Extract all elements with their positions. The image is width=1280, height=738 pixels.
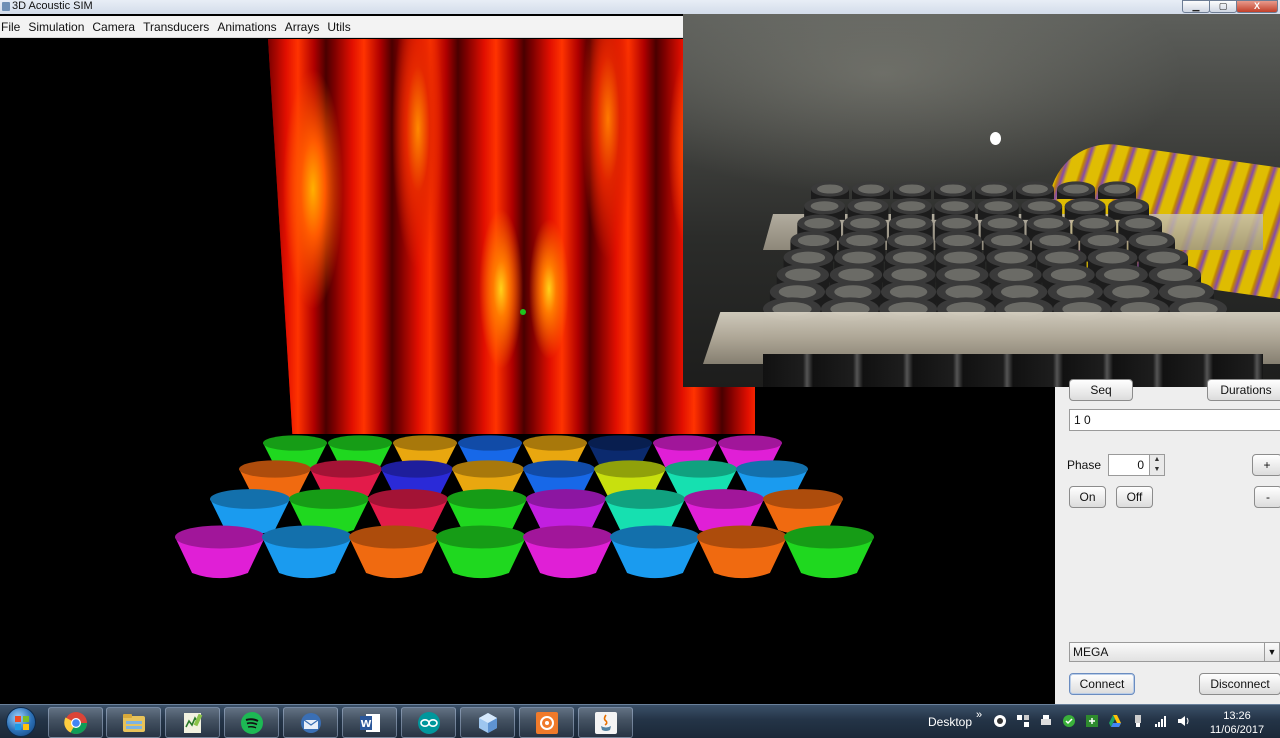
taskbar-chrome[interactable]	[48, 707, 103, 738]
transducer-cup[interactable]	[523, 525, 613, 579]
network-share-icon[interactable]	[1016, 714, 1030, 728]
physical-transducer	[934, 181, 972, 199]
minus-button[interactable]: -	[1254, 486, 1280, 508]
window-controls: ▁ ▢ X	[1182, 0, 1278, 13]
physical-transducer	[975, 181, 1013, 199]
transducer-cup[interactable]	[349, 525, 439, 579]
transducer-cup[interactable]	[697, 525, 787, 579]
sequence-field[interactable]: 1 0	[1069, 409, 1280, 431]
menu-utils[interactable]: Utils	[326, 16, 354, 38]
plus-button[interactable]: +	[1252, 454, 1280, 476]
transducer-cup[interactable]	[262, 525, 352, 579]
taskbar-sketch-app[interactable]	[165, 707, 220, 738]
spotify-icon	[241, 712, 263, 734]
clock-time: 13:26	[1223, 710, 1251, 722]
sync-icon[interactable]	[1085, 714, 1099, 728]
board-select[interactable]: MEGA ▼	[1069, 642, 1280, 662]
desktop-toolbar-label[interactable]: Desktop	[928, 715, 972, 729]
physical-transducer	[1016, 181, 1054, 199]
orange-app-icon	[536, 712, 558, 734]
levitated-particle	[990, 132, 1001, 145]
transducer-cup[interactable]	[784, 525, 874, 579]
phase-spinner[interactable]: 0 ▲ ▼	[1108, 454, 1165, 476]
security-icon[interactable]	[1062, 714, 1076, 728]
window-titlebar: 3D Acoustic SIM ▁ ▢ X	[0, 0, 1280, 14]
system-clock[interactable]: 13:26 11/06/2017	[1205, 709, 1269, 737]
durations-button[interactable]: Durations	[1207, 379, 1280, 401]
menu-arrays[interactable]: Arrays	[284, 16, 324, 38]
menu-simulation[interactable]: Simulation	[27, 16, 88, 38]
google-drive-icon[interactable]	[1108, 714, 1122, 728]
taskbar: W Desktop » 13:26 11/06/2017	[0, 704, 1280, 738]
board-select-value: MEGA	[1073, 645, 1109, 659]
taskbar-spotify[interactable]	[224, 707, 279, 738]
transducer-cup[interactable]	[175, 525, 265, 579]
window-title: 3D Acoustic SIM	[12, 0, 93, 12]
physical-transducer	[852, 181, 890, 199]
java-icon	[595, 712, 617, 734]
on-button[interactable]: On	[1069, 486, 1106, 508]
spinner-arrows-icon[interactable]: ▲ ▼	[1149, 455, 1164, 475]
physical-transducer	[1057, 181, 1095, 199]
taskbar-file-explorer[interactable]	[106, 707, 161, 738]
folder-icon	[123, 714, 145, 732]
camera-feed	[683, 14, 1280, 387]
toolbar-chevron-icon[interactable]: »	[976, 709, 982, 721]
minimize-button[interactable]: ▁	[1182, 0, 1210, 13]
physical-transducer	[1098, 181, 1136, 199]
clock-date: 11/06/2017	[1209, 724, 1265, 736]
taskbar-thunderbird[interactable]	[283, 707, 338, 738]
transducer-cup[interactable]	[610, 525, 700, 579]
app-root: 3D Acoustic SIM ▁ ▢ X File Simulation Ca…	[0, 0, 1280, 738]
signal-icon[interactable]	[1154, 714, 1168, 728]
connect-button[interactable]: Connect	[1069, 673, 1135, 695]
menu-bar: File Simulation Camera Transducers Anima…	[0, 16, 683, 38]
app-icon	[2, 2, 10, 11]
phase-value: 0	[1137, 458, 1144, 472]
cube-icon	[479, 713, 497, 733]
usb-icon[interactable]	[1131, 714, 1145, 728]
maximize-button[interactable]: ▢	[1209, 0, 1237, 13]
chrome-icon	[64, 712, 87, 734]
capture-icon[interactable]	[993, 714, 1007, 728]
taskbar-virtualbox[interactable]	[460, 707, 515, 738]
printer-icon[interactable]	[1039, 714, 1053, 728]
system-tray	[993, 714, 1200, 728]
word-icon: W	[360, 714, 380, 732]
taskbar-arduino[interactable]	[401, 707, 456, 738]
menu-animations[interactable]: Animations	[216, 16, 280, 38]
windows-start-icon	[6, 707, 36, 737]
transducer-cup[interactable]	[436, 525, 526, 579]
phase-label: Phase	[1067, 458, 1102, 472]
volume-icon[interactable]	[1177, 714, 1191, 728]
menu-transducers[interactable]: Transducers	[142, 16, 213, 38]
start-button[interactable]	[0, 705, 44, 738]
svg-text:W: W	[360, 719, 371, 730]
physical-transducer	[811, 181, 849, 199]
notepad-icon	[184, 713, 203, 733]
physical-transducer	[893, 181, 931, 199]
transducer-legs	[763, 354, 1263, 387]
disconnect-button[interactable]: Disconnect	[1199, 673, 1280, 695]
thunderbird-icon	[301, 713, 321, 733]
menu-camera[interactable]: Camera	[91, 16, 139, 38]
taskbar-orange-app[interactable]	[519, 707, 574, 738]
close-button[interactable]: X	[1236, 0, 1278, 13]
arduino-icon	[418, 712, 440, 734]
taskbar-word[interactable]: W	[342, 707, 397, 738]
chevron-down-icon[interactable]: ▼	[1264, 643, 1279, 661]
off-button[interactable]: Off	[1116, 486, 1153, 508]
seq-button[interactable]: Seq	[1069, 379, 1133, 401]
taskbar-java[interactable]	[578, 707, 633, 738]
menu-file[interactable]: File	[0, 16, 24, 38]
control-panel: Seq Durations 1 0 Phase 0 ▲ ▼ + On Off - …	[1055, 379, 1280, 704]
